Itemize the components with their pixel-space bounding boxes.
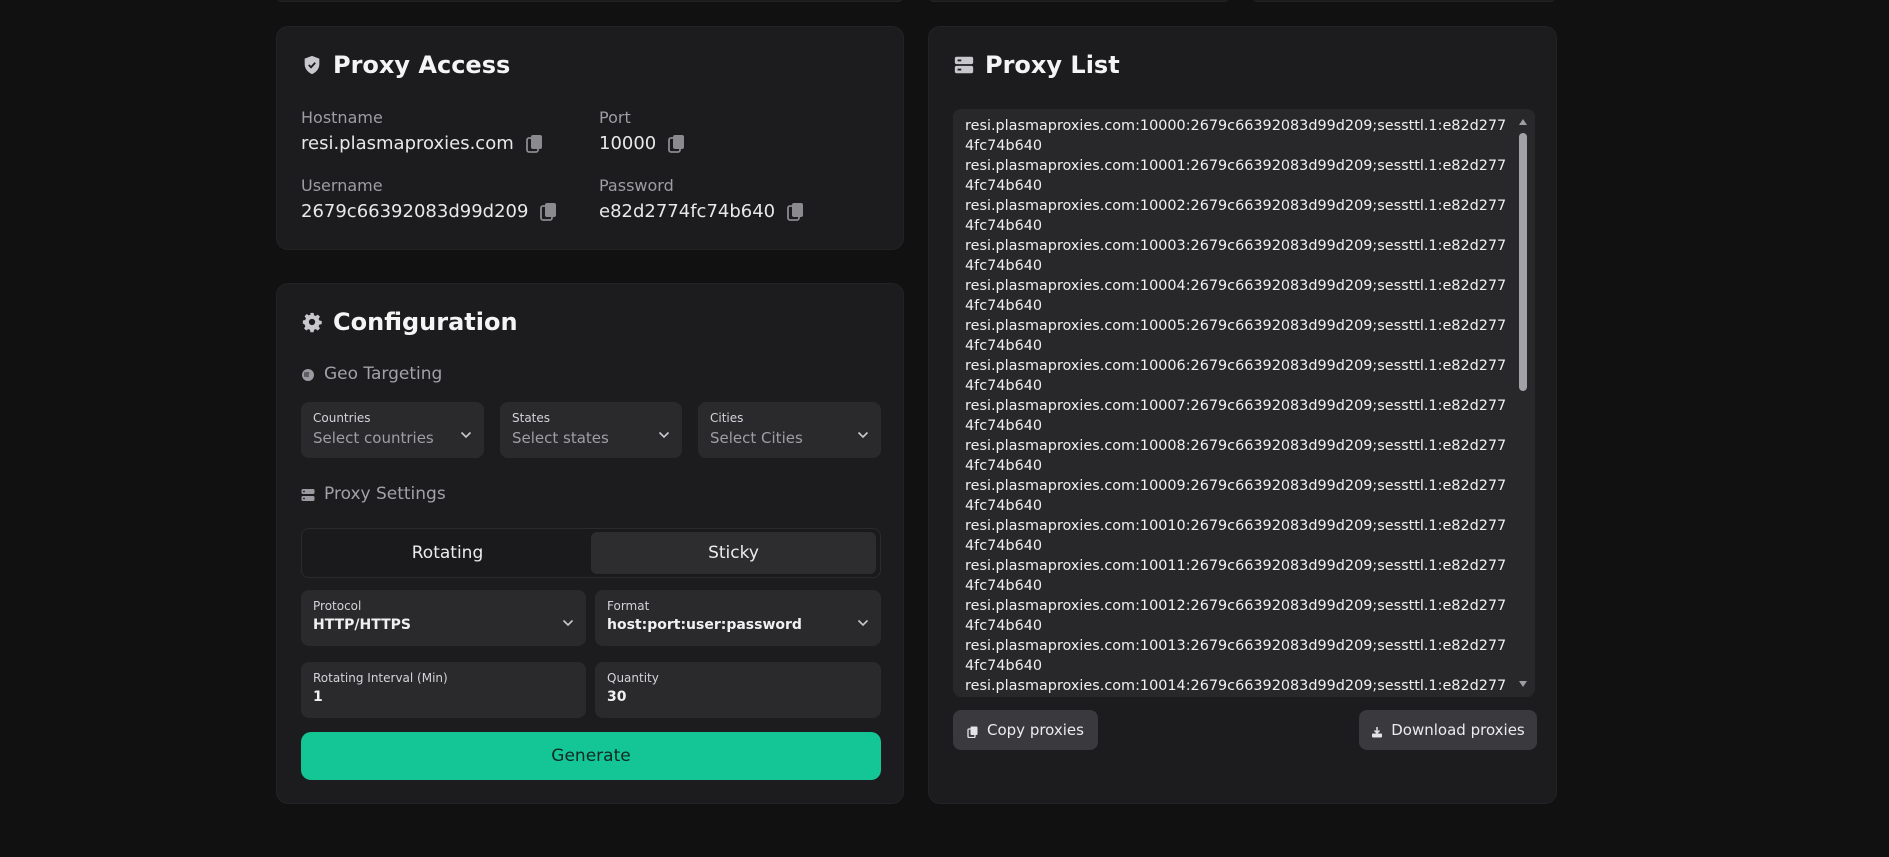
chevron-down-icon: [658, 424, 670, 439]
quantity-value: 30: [607, 689, 627, 705]
username-value: 2679c66392083d99d209: [301, 201, 529, 222]
proxy-list-title: Proxy List: [985, 51, 1120, 79]
quantity-input[interactable]: Quantity 30: [595, 662, 881, 718]
copy-icon[interactable]: [787, 202, 805, 222]
proxy-list-textarea[interactable]: resi.plasmaproxies.com:10000:2679c663920…: [953, 109, 1535, 697]
protocol-select[interactable]: Protocol HTTP/HTTPS: [301, 590, 586, 646]
tab-sticky[interactable]: Sticky: [591, 532, 876, 574]
cities-placeholder: Select Cities: [710, 429, 803, 447]
proxy-line: resi.plasmaproxies.com:10006:2679c663920…: [965, 358, 1507, 394]
states-label: States: [512, 411, 551, 425]
countries-label: Countries: [313, 411, 371, 425]
configuration-header: Configuration: [301, 308, 518, 336]
proxy-line: resi.plasmaproxies.com:10011:2679c663920…: [965, 558, 1507, 594]
copy-icon[interactable]: [668, 134, 686, 154]
states-placeholder: Select states: [512, 429, 609, 447]
copy-icon[interactable]: [525, 134, 544, 154]
geo-targeting-text: Geo Targeting: [324, 364, 443, 384]
cities-select[interactable]: Cities Select Cities: [698, 402, 881, 458]
proxy-line: resi.plasmaproxies.com:10014:2679c663920…: [965, 678, 1507, 694]
list-icon: [953, 54, 975, 76]
port-label: Port: [599, 108, 631, 127]
password-field: e82d2774fc74b640: [599, 201, 805, 222]
states-select[interactable]: States Select states: [500, 402, 682, 458]
countries-select[interactable]: Countries Select countries: [301, 402, 484, 458]
rotating-interval-value: 1: [313, 689, 323, 705]
proxy-access-header: Proxy Access: [301, 51, 510, 79]
port-field: 10000: [599, 133, 686, 154]
format-label: Format: [607, 599, 650, 613]
username-field: 2679c66392083d99d209: [301, 201, 558, 222]
download-icon: [1371, 724, 1383, 738]
scrollbar[interactable]: [1517, 119, 1529, 687]
format-select[interactable]: Format host:port:user:password: [595, 590, 881, 646]
shield-icon: [301, 54, 323, 76]
top-card-stub: [1252, 0, 1556, 2]
page: Proxy Access Hostname resi.plasmaproxies…: [0, 0, 1889, 857]
hostname-label: Hostname: [301, 108, 383, 127]
password-value: e82d2774fc74b640: [599, 201, 776, 222]
globe-icon: [301, 367, 315, 381]
download-proxies-button[interactable]: Download proxies: [1359, 710, 1537, 750]
hostname-value: resi.plasmaproxies.com: [301, 133, 514, 154]
top-card-stub: [928, 0, 1230, 2]
rotating-interval-input[interactable]: Rotating Interval (Min) 1: [301, 662, 586, 718]
cities-label: Cities: [710, 411, 744, 425]
proxy-settings-text: Proxy Settings: [324, 484, 446, 504]
proxy-line: resi.plasmaproxies.com:10010:2679c663920…: [965, 518, 1507, 554]
password-label: Password: [599, 176, 674, 195]
proxy-line: resi.plasmaproxies.com:10012:2679c663920…: [965, 598, 1507, 634]
rotating-interval-label: Rotating Interval (Min): [313, 671, 448, 685]
download-proxies-label: Download proxies: [1391, 721, 1525, 739]
server-icon: [301, 487, 315, 501]
proxy-line: resi.plasmaproxies.com:10003:2679c663920…: [965, 238, 1507, 274]
copy-proxies-button[interactable]: Copy proxies: [953, 710, 1098, 750]
tab-rotating[interactable]: Rotating: [305, 532, 590, 574]
proxy-line: resi.plasmaproxies.com:10001:2679c663920…: [965, 158, 1507, 194]
proxy-line: resi.plasmaproxies.com:10005:2679c663920…: [965, 318, 1507, 354]
configuration-card: Configuration Geo Targeting Countries Se…: [276, 283, 904, 804]
geo-targeting-label: Geo Targeting: [301, 364, 442, 384]
configuration-title: Configuration: [333, 308, 518, 336]
chevron-down-icon: [562, 612, 574, 627]
format-value: host:port:user:password: [607, 617, 802, 633]
scroll-thumb[interactable]: [1519, 133, 1527, 391]
chevron-down-icon: [460, 424, 472, 439]
proxy-line: resi.plasmaproxies.com:10007:2679c663920…: [965, 398, 1507, 434]
proxy-line: resi.plasmaproxies.com:10013:2679c663920…: [965, 638, 1507, 674]
countries-placeholder: Select countries: [313, 429, 434, 447]
proxy-settings-label: Proxy Settings: [301, 484, 446, 504]
copy-icon: [967, 724, 979, 739]
chevron-down-icon: [857, 424, 869, 439]
proxy-line: resi.plasmaproxies.com:10004:2679c663920…: [965, 278, 1507, 314]
proxy-list-card: Proxy List resi.plasmaproxies.com:10000:…: [928, 26, 1557, 804]
username-label: Username: [301, 176, 383, 195]
quantity-label: Quantity: [607, 671, 659, 685]
copy-proxies-label: Copy proxies: [987, 721, 1084, 739]
top-card-stub: [276, 0, 904, 2]
scroll-down-arrow[interactable]: [1519, 681, 1527, 687]
proxy-access-card: Proxy Access Hostname resi.plasmaproxies…: [276, 26, 904, 250]
protocol-label: Protocol: [313, 599, 362, 613]
generate-button[interactable]: Generate: [301, 732, 881, 780]
hostname-field: resi.plasmaproxies.com: [301, 133, 544, 154]
proxy-list-header: Proxy List: [953, 51, 1120, 79]
proxy-type-toggle: Rotating Sticky: [301, 528, 881, 578]
scroll-up-arrow[interactable]: [1519, 119, 1527, 125]
proxy-line: resi.plasmaproxies.com:10008:2679c663920…: [965, 438, 1507, 474]
proxy-line: resi.plasmaproxies.com:10000:2679c663920…: [965, 118, 1507, 154]
chevron-down-icon: [857, 612, 869, 627]
proxy-access-title: Proxy Access: [333, 51, 511, 79]
protocol-value: HTTP/HTTPS: [313, 617, 411, 633]
proxy-line: resi.plasmaproxies.com:10009:2679c663920…: [965, 478, 1507, 514]
copy-icon[interactable]: [540, 202, 558, 222]
proxy-line: resi.plasmaproxies.com:10002:2679c663920…: [965, 198, 1507, 234]
proxy-list-content: resi.plasmaproxies.com:10000:2679c663920…: [965, 116, 1511, 697]
gear-icon: [301, 311, 323, 333]
port-value: 10000: [599, 133, 657, 154]
